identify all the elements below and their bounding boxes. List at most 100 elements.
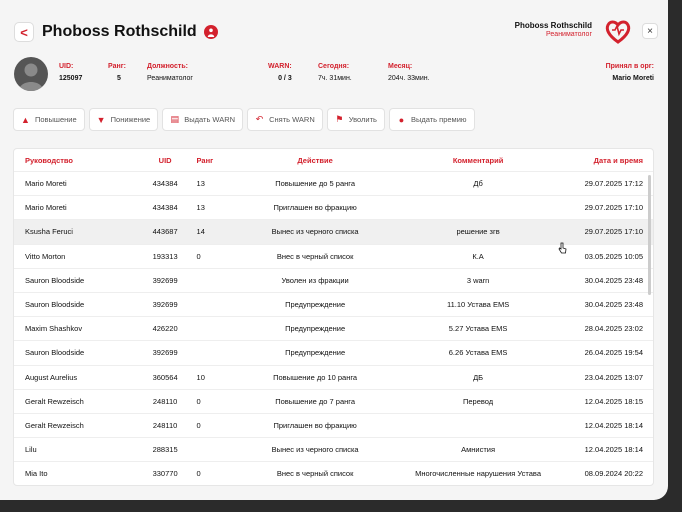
table-row[interactable]: August Aurelius 360564 10 Повышение до 10 р…	[14, 366, 653, 390]
position-label: Должность:	[147, 63, 188, 70]
cell-uid: 426220	[152, 324, 178, 334]
chevron-up-icon: ▲	[21, 114, 30, 125]
cell-uid: 392699	[152, 348, 178, 358]
accepted-label: Принял в орг:	[605, 63, 654, 70]
fire-icon: ⚑	[335, 114, 344, 124]
close-button[interactable]: ×	[642, 23, 658, 39]
cell-rank: 0	[196, 469, 201, 479]
table-row[interactable]: Ksusha Feruci 443687 14 Вынес из черного сп…	[14, 220, 653, 245]
today-value: 7ч. 31мин.	[318, 75, 352, 82]
cell-datetime: 12.04.2025 18:15	[584, 396, 643, 406]
cell-action: Повышение до 5 ранга	[275, 179, 356, 189]
table-body: Mario Moreti 434384 13 Повышение до 5 ранга…	[14, 172, 653, 485]
history-table: Руководство UID Ранг Действие Комментари…	[13, 148, 654, 486]
cell-action: Повышение до 10 ранга	[273, 372, 358, 382]
cell-manager: Lilu	[25, 445, 37, 455]
cell-comment: Перевод	[462, 396, 494, 406]
rank-label: Ранг:	[108, 63, 126, 70]
position-info: Должность: Реаниматолог	[147, 63, 193, 82]
give-bonus-button[interactable]: ● Выдать премию	[388, 108, 475, 131]
cell-rank: 0	[196, 420, 201, 430]
table-row[interactable]: Sauron Bloodside 392699 Уволен из фракции 3…	[14, 269, 653, 293]
cell-datetime: 29.07.2025 17:12	[584, 179, 643, 189]
table-row[interactable]: Maxim Shashkov 426220 Предупреждение 5.27 У…	[14, 317, 653, 342]
header: < Phoboss Rothschild	[14, 20, 218, 44]
cell-uid: 434384	[152, 203, 178, 213]
table-row[interactable]: Mario Moreti 434384 13 Приглашен во фракцию…	[14, 196, 653, 221]
cell-manager: Sauron Bloodside	[25, 348, 85, 358]
cell-action: Уволен из фракции	[281, 275, 349, 285]
cell-manager: Ksusha Feruci	[25, 227, 73, 237]
cell-comment: решение згв	[456, 227, 500, 237]
cell-datetime: 26.04.2025 19:54	[584, 348, 643, 358]
accepted-value: Mario Moreti	[612, 75, 654, 82]
table-row[interactable]: Lilu 288315 Вынес из черного списка Амнисти…	[14, 438, 653, 463]
warn-value: 0 / 3	[278, 75, 292, 82]
heart-logo-icon	[605, 20, 631, 44]
table-row[interactable]: Geralt Rewzeisch 248110 0 Приглашен во фрак…	[14, 414, 653, 439]
cell-manager: Sauron Bloodside	[25, 300, 85, 310]
cell-rank: 0	[196, 396, 201, 406]
table-scrollbar[interactable]	[648, 175, 651, 295]
table-row[interactable]: Sauron Bloodside 392699 Предупреждение 6.26…	[14, 341, 653, 366]
cell-comment: Амнистия	[461, 445, 496, 455]
table-header: Руководство UID Ранг Действие Комментари…	[14, 149, 653, 172]
warn-label: WARN:	[268, 63, 292, 70]
accepted-info: Принял в орг: Mario Moreti	[606, 63, 654, 82]
back-button[interactable]: <	[14, 22, 34, 42]
remove-warn-label: Снять WARN	[269, 115, 315, 124]
col-header-manager: Руководство	[25, 155, 74, 165]
cell-uid: 248110	[152, 396, 178, 406]
give-warn-button[interactable]: ▤ Выдать WARN	[162, 108, 244, 131]
cell-uid: 392699	[152, 275, 178, 285]
month-info: Месяц: 204ч. 33мин.	[388, 63, 430, 82]
cell-datetime: 12.04.2025 18:14	[584, 445, 643, 455]
coin-icon: ●	[398, 114, 405, 125]
uid-value: 125097	[59, 75, 83, 82]
demote-label: Понижение	[110, 115, 151, 124]
cell-manager: Mia Ito	[25, 469, 48, 479]
uid-label: UID:	[59, 63, 74, 70]
month-label: Месяц:	[388, 63, 413, 70]
brand-name: Phoboss Rothschild	[514, 21, 592, 30]
cell-action: Внес в черный список	[276, 469, 354, 479]
window: < Phoboss Rothschild Phoboss Rothschild …	[0, 0, 668, 500]
cell-rank: 0	[196, 251, 201, 261]
cell-comment: 5.27 Устава EMS	[448, 324, 508, 334]
page-title: Phoboss Rothschild	[42, 23, 197, 40]
table-row[interactable]: Sauron Bloodside 392699 Предупреждение 11.1…	[14, 293, 653, 318]
month-value: 204ч. 33мин.	[388, 75, 430, 82]
table-row[interactable]: Geralt Rewzeisch 248110 0 Повышение до 7 ра…	[14, 390, 653, 414]
fire-button[interactable]: ⚑ Уволить	[326, 108, 385, 131]
table-row[interactable]: Mario Moreti 434384 13 Повышение до 5 ранга…	[14, 172, 653, 197]
cell-comment: ДБ	[473, 372, 484, 382]
rank-info: Ранг: 5	[108, 63, 126, 82]
promote-label: Повышение	[35, 115, 77, 124]
brand-info: Phoboss Rothschild Реаниматолог	[515, 21, 592, 38]
warn-info: WARN: 0 / 3	[268, 63, 292, 82]
cell-datetime: 29.07.2025 17:10	[584, 203, 643, 213]
promote-button[interactable]: ▲ Повышение	[13, 108, 85, 131]
cell-datetime: 30.04.2025 23:48	[584, 275, 643, 285]
cell-action: Повышение до 7 ранга	[275, 396, 356, 406]
table-row[interactable]: Mia Ito 330770 0 Внес в черный список Многоч…	[14, 462, 653, 485]
cell-comment: К.А	[472, 251, 484, 261]
cell-manager: Vitto Morton	[25, 251, 66, 261]
remove-warn-button[interactable]: ↶ Снять WARN	[247, 108, 323, 131]
cell-action: Предупреждение	[285, 348, 346, 358]
give-bonus-label: Выдать премию	[410, 115, 467, 124]
cell-rank: 13	[196, 179, 205, 189]
cell-uid: 193313	[152, 251, 178, 261]
demote-button[interactable]: ▼ Понижение	[88, 108, 159, 131]
today-label: Сегодня:	[318, 63, 350, 70]
cell-manager: Mario Moreti	[25, 203, 67, 213]
medic-badge-icon	[203, 25, 218, 39]
cell-rank: 14	[196, 227, 205, 237]
brand-role: Реаниматолог	[546, 31, 592, 38]
today-info: Сегодня: 7ч. 31мин.	[318, 63, 352, 82]
cell-uid: 434384	[152, 179, 178, 189]
cell-comment: 6.26 Устава EMS	[448, 348, 508, 358]
cell-action: Внес в черный список	[276, 251, 354, 261]
cell-action: Предупреждение	[285, 300, 346, 310]
cell-datetime: 08.09.2024 20:22	[584, 469, 643, 479]
